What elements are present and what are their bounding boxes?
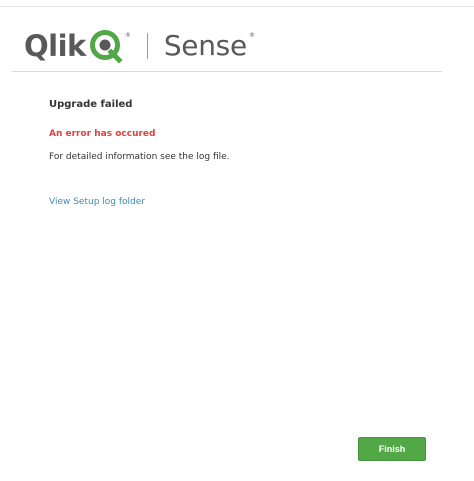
sense-registered-mark: ® (248, 31, 255, 39)
status-panel: Upgrade failed An error has occured For … (49, 98, 449, 207)
qlik-logo-word: Qlik (24, 28, 86, 63)
qlik-registered-mark: ® (124, 31, 131, 39)
view-setup-log-folder-link[interactable]: View Setup log folder (49, 197, 145, 207)
qlik-q-logo-icon (89, 29, 123, 63)
upgrade-status-title: Upgrade failed (49, 99, 133, 110)
product-name: Sense (163, 29, 247, 62)
product-header: Qlik ® Sense ® (24, 26, 255, 66)
error-message: An error has occured (49, 129, 156, 139)
detail-message: For detailed information see the log fil… (49, 152, 230, 162)
finish-button[interactable]: Finish (358, 437, 426, 461)
logo-divider (146, 33, 148, 59)
installer-window: Qlik ® Sense ® Upgrade failed An error h… (0, 0, 474, 481)
window-top-border (0, 6, 474, 7)
header-divider (12, 71, 442, 72)
